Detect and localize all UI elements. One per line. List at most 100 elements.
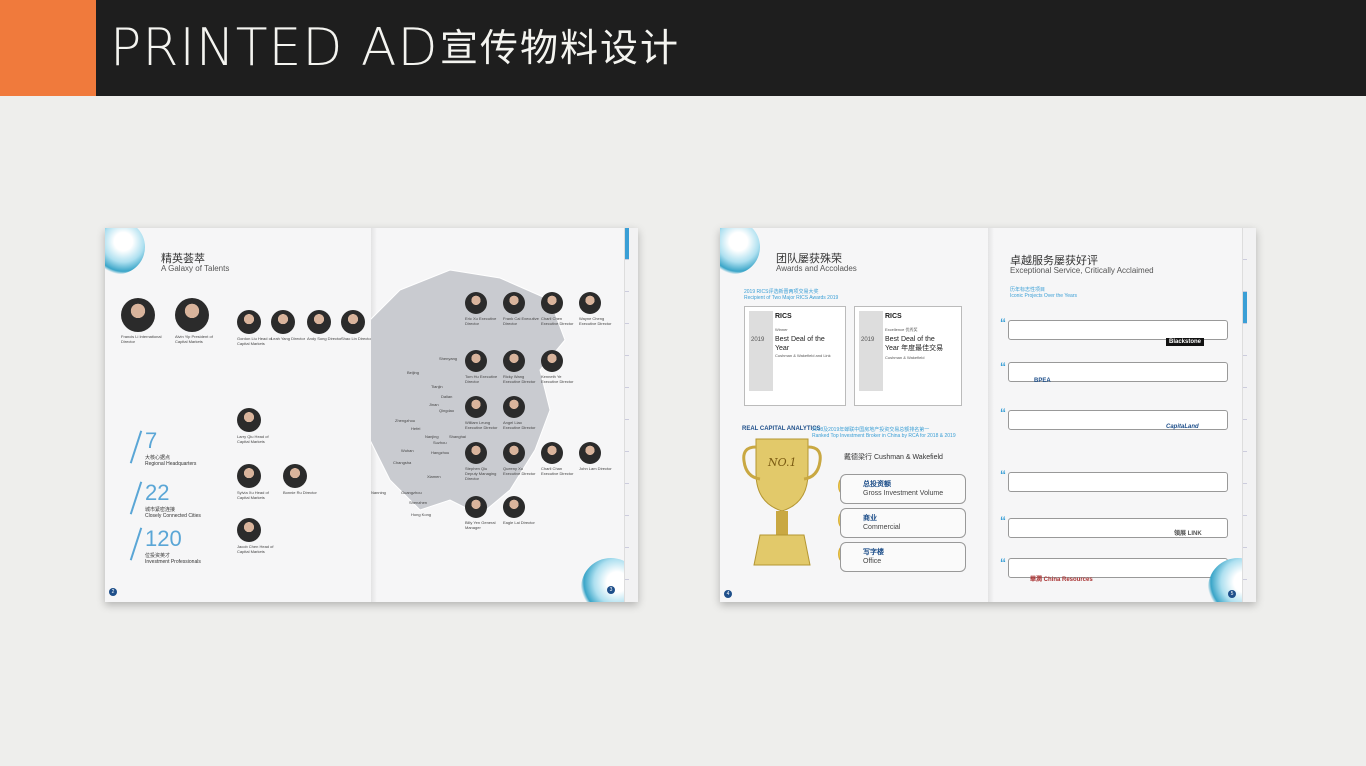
city-label: Hong Kong — [411, 512, 432, 517]
stat-number: 120 — [145, 526, 182, 551]
stat-professionals: 120 位投资英才 Investment Professionals — [145, 526, 201, 565]
stat-label-cn: 大核心据点 — [145, 455, 171, 461]
portrait — [503, 496, 525, 518]
brand-logo: CapitaLand — [1166, 424, 1199, 430]
portrait — [503, 396, 525, 418]
quote-icon: “ — [1000, 406, 1006, 420]
person-caption: Shao Lin Director — [341, 336, 371, 341]
trophy-image — [742, 438, 822, 566]
page-subtitle: Exceptional Service, Critically Acclaime… — [1010, 266, 1154, 275]
awards-spread: 团队屡获殊荣 Awards and Accolades 2019 RICS评选新… — [720, 228, 1256, 602]
person-caption: Sylvia Xu Head of Capital Markets — [237, 490, 269, 500]
awards-left-page: 团队屡获殊荣 Awards and Accolades 2019 RICS评选新… — [720, 228, 988, 602]
tab[interactable] — [1243, 452, 1247, 484]
city-label: Beijing — [407, 370, 420, 375]
city-label: Shenzhen — [409, 500, 428, 505]
tab[interactable] — [1243, 388, 1247, 420]
tab[interactable] — [625, 324, 629, 356]
page-subtitle: Awards and Accolades — [776, 264, 857, 273]
category-en: Commercial — [863, 524, 901, 531]
tab[interactable] — [1243, 548, 1247, 580]
awards-right-page: 卓越服务屡获好评 Exceptional Service, Critically… — [988, 228, 1256, 602]
tab[interactable] — [1243, 228, 1247, 260]
award-label: Excellence 优秀奖 — [885, 327, 918, 332]
tab[interactable] — [1243, 420, 1247, 452]
person-caption: Charli Chen Executive Director — [541, 316, 574, 326]
person-caption: Alvin Yip President of Capital Markets — [175, 334, 213, 344]
portrait — [465, 496, 487, 518]
rca-heading-en: Ranked Top Investment Broker in China by… — [812, 433, 956, 439]
tab[interactable] — [1243, 292, 1247, 324]
tab[interactable] — [1243, 356, 1247, 388]
portrait — [237, 464, 261, 488]
projects-cn: 历年标志性项目 — [1010, 287, 1046, 293]
quote-icon: “ — [1000, 556, 1006, 570]
projects-en: Iconic Projects Over the Years — [1010, 293, 1077, 299]
brand-logo: 領展 LINK — [1174, 531, 1202, 537]
tab[interactable] — [1243, 516, 1247, 548]
trophy-label: NO.1 — [768, 456, 797, 469]
tab[interactable] — [625, 292, 629, 324]
portrait — [541, 292, 563, 314]
tab[interactable] — [625, 388, 629, 420]
portrait — [579, 442, 601, 464]
city-label: Xiamen — [427, 474, 441, 479]
tab[interactable] — [1243, 324, 1247, 356]
talents-spread: 精英荟萃 A Galaxy of Talents Francis Li Inte… — [105, 228, 638, 602]
tab[interactable] — [625, 228, 629, 260]
person-caption: William Leung Executive Director — [465, 420, 498, 430]
award-year: 2019 — [751, 337, 765, 343]
page-number: 4 — [724, 590, 732, 598]
swirl-graphic — [720, 228, 760, 274]
page-fold — [988, 228, 994, 602]
award-sub: Cushman & Wakefield — [885, 355, 925, 360]
tab[interactable] — [625, 548, 629, 580]
swirl-graphic — [105, 228, 145, 274]
person-caption: Queeny Xu Executive Director — [503, 466, 536, 476]
stat-label-en: Regional Headquarters — [145, 461, 197, 467]
award-title: Best Deal of the Year 年度最佳交易 — [885, 336, 944, 352]
portrait — [579, 292, 601, 314]
tab[interactable] — [625, 484, 629, 516]
awards-heading-en: Recipient of Two Major RICS Awards 2019 — [744, 295, 839, 301]
portrait — [341, 310, 365, 334]
page-number: 2 — [109, 588, 117, 596]
person-caption: Wayne Cheng Executive Director — [579, 316, 612, 326]
stat-label-en: Investment Professionals — [145, 559, 201, 565]
portrait — [307, 310, 331, 334]
tab[interactable] — [625, 260, 629, 292]
tab[interactable] — [625, 420, 629, 452]
tab[interactable] — [1243, 260, 1247, 292]
tab[interactable] — [625, 356, 629, 388]
portrait — [465, 396, 487, 418]
portrait — [541, 350, 563, 372]
portrait — [465, 350, 487, 372]
rics-logo: RICS — [775, 313, 792, 320]
city-label: Shanghai — [449, 434, 466, 439]
divider-slash — [129, 430, 143, 464]
portrait — [503, 350, 525, 372]
city-label: Xi'an — [371, 428, 381, 433]
person-caption: John Lam Director — [579, 466, 612, 471]
rca-logo: REAL CAPITAL ANALYTICS — [742, 426, 821, 432]
tab[interactable] — [625, 452, 629, 484]
brand-logo: BPEA — [1034, 378, 1051, 384]
page-number: 5 — [1228, 590, 1236, 598]
section-tabs — [1242, 228, 1256, 602]
portrait — [283, 464, 307, 488]
tab[interactable] — [1243, 484, 1247, 516]
tab[interactable] — [625, 516, 629, 548]
portrait — [237, 408, 261, 432]
portrait — [465, 292, 487, 314]
section-tabs — [624, 228, 638, 602]
portrait — [503, 442, 525, 464]
company-name: 戴德梁行 Cushman & Wakefield — [844, 454, 943, 461]
portrait — [121, 298, 155, 332]
category-box: 总投资额 Gross Investment Volume — [840, 474, 966, 504]
quote-icon: “ — [1000, 360, 1006, 374]
portrait — [541, 442, 563, 464]
person-caption: Frank Cai Executive Director — [503, 316, 539, 326]
divider-slash — [129, 481, 143, 515]
rca-heading-cn: 2018及2019年蝉联中国房地产投资交易总额排名第一 — [812, 427, 930, 433]
city-label: Hefei — [411, 426, 421, 431]
